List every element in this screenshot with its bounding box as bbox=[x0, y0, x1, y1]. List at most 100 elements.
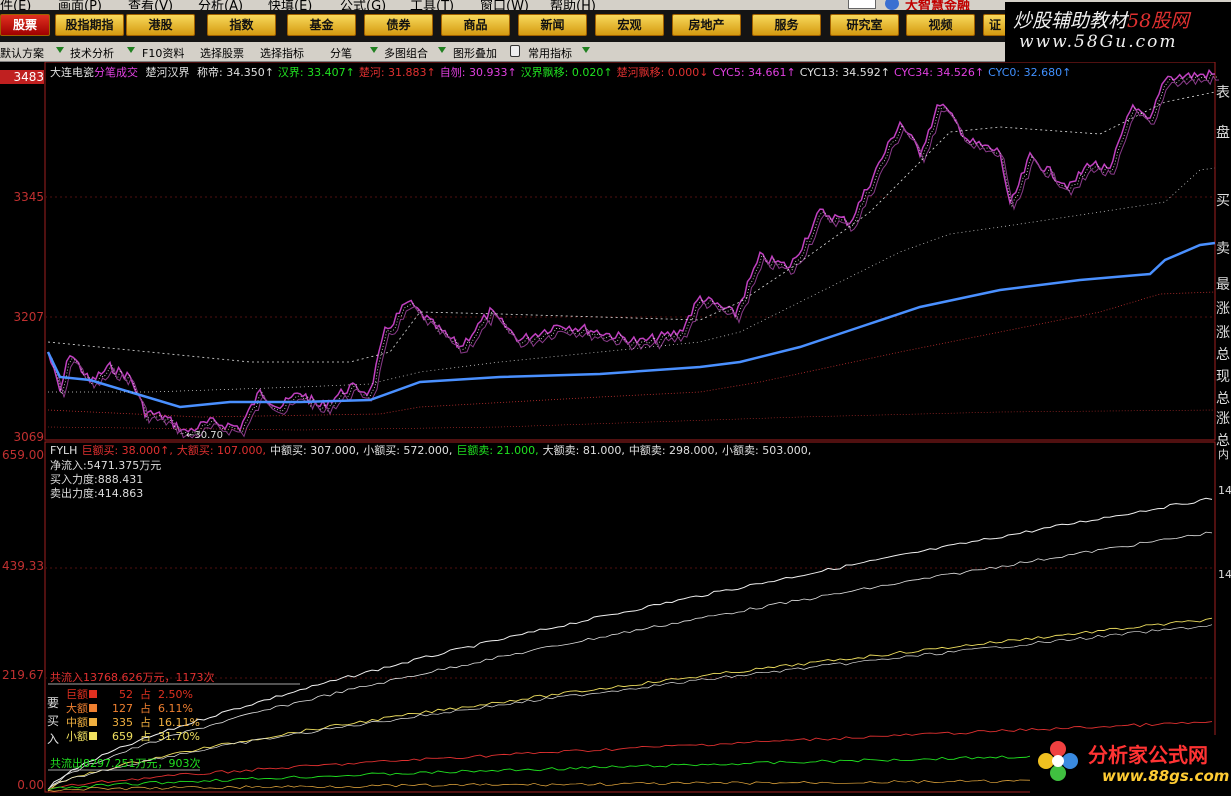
side-quote-label: 总 bbox=[1216, 391, 1230, 407]
indicator-field: 汉界飘移: 0.020↑ bbox=[520, 66, 613, 79]
btn-stocks[interactable]: 股票 bbox=[0, 14, 50, 36]
tb-tick[interactable]: 分笔 bbox=[330, 45, 352, 61]
chart-mode: 分笔成交 bbox=[94, 66, 138, 79]
side-quote-label: 涨 bbox=[1216, 325, 1230, 341]
menu-window[interactable]: 窗口(W) bbox=[480, 0, 529, 10]
indicator-field: CYC13: 34.592↑ bbox=[799, 66, 890, 79]
flow-field: 巨额卖: 21.000, bbox=[456, 444, 539, 457]
breakdown-row: 巨额 52 占 2.50% bbox=[66, 688, 193, 701]
price-ytick: 3069 bbox=[13, 430, 44, 444]
btn-futures[interactable]: 股指期指 bbox=[55, 14, 124, 36]
dropdown-arrow-icon[interactable] bbox=[127, 47, 135, 53]
price-ytick: 3207 bbox=[13, 310, 44, 324]
btn-hk-stocks[interactable]: 港股 bbox=[126, 14, 195, 36]
menu-analysis[interactable]: 分析(A) bbox=[198, 0, 243, 10]
side-quote-label: 涨 bbox=[1216, 301, 1230, 317]
band-upper bbox=[47, 91, 1216, 363]
side-quote-label: 买 bbox=[1216, 193, 1230, 209]
tb-technical-analysis[interactable]: 技术分析 bbox=[70, 45, 114, 61]
menu-quick[interactable]: 快填(E) bbox=[268, 0, 312, 10]
menu-formula[interactable]: 公式(G) bbox=[340, 0, 386, 10]
dropdown-arrow-icon[interactable] bbox=[582, 47, 590, 53]
side-quote-label: 涨 bbox=[1216, 411, 1230, 427]
tb-common-indicators[interactable]: 常用指标 bbox=[528, 45, 572, 61]
buy-side-label: 要 买 入 bbox=[47, 696, 60, 746]
tb-f10[interactable]: F10资料 bbox=[142, 45, 184, 61]
side-quote-label: 14 bbox=[1218, 568, 1231, 581]
flow-field: 巨额买: 38.000↑, bbox=[81, 444, 173, 457]
price-line-cyc0 bbox=[46, 241, 1216, 409]
btn-research[interactable]: 研究室 bbox=[830, 14, 899, 36]
price-panel-frame bbox=[44, 62, 1216, 441]
side-quote-label: 总 bbox=[1216, 347, 1230, 363]
menu-tools[interactable]: 工具(T) bbox=[410, 0, 454, 10]
side-quote-label: 内 bbox=[1218, 448, 1229, 461]
inflow-total: 共流入13768.626万元，1173次 bbox=[50, 671, 215, 684]
side-quote-label: 现 bbox=[1216, 369, 1230, 385]
indicator-field: CYC5: 34.661↑ bbox=[712, 66, 796, 79]
dropdown-arrow-icon[interactable] bbox=[438, 47, 446, 53]
flow-ytick-top: 659.00 bbox=[2, 448, 44, 462]
price-ytick-top: 3483 bbox=[0, 70, 44, 84]
globe-icon[interactable] bbox=[885, 0, 899, 10]
side-quote-label: 14 bbox=[1218, 484, 1231, 497]
menu-help[interactable]: 帮助(H) bbox=[550, 0, 596, 10]
price-and-flow-chart[interactable] bbox=[0, 62, 1231, 796]
flow-field: 中额卖: 298.000, bbox=[628, 444, 719, 457]
btn-commodity[interactable]: 商品 bbox=[441, 14, 510, 36]
btn-service[interactable]: 服务 bbox=[752, 14, 821, 36]
dropdown-arrow-icon[interactable] bbox=[370, 47, 378, 53]
side-quote-label: 最 bbox=[1216, 277, 1230, 293]
indicator-field: CYC34: 34.526↑ bbox=[893, 66, 985, 79]
flower-logo-icon bbox=[1038, 741, 1078, 781]
flow-field: 小额卖: 503.000, bbox=[722, 444, 812, 457]
tb-select-stock[interactable]: 选择股票 bbox=[200, 45, 244, 61]
flow-ytick: 0.00 bbox=[17, 778, 44, 792]
btn-video[interactable]: 视频 bbox=[906, 14, 975, 36]
price-tick-dots bbox=[49, 72, 1218, 436]
news-ticker[interactable]: 大智慧金融 bbox=[905, 0, 970, 10]
tb-multi-chart[interactable]: 多图组合 bbox=[384, 45, 428, 61]
breakdown-row: 大额 127 占 6.11% bbox=[66, 702, 193, 715]
price-line-cyc13 bbox=[51, 75, 1220, 439]
menu-view[interactable]: 查看(V) bbox=[128, 0, 173, 10]
flow-field: 小额买: 572.000, bbox=[363, 444, 453, 457]
menu-view-screen[interactable]: 画面(P) bbox=[58, 0, 102, 10]
tb-overlay[interactable]: 图形叠加 bbox=[453, 45, 497, 61]
btn-fund[interactable]: 基金 bbox=[287, 14, 356, 36]
flow-field: FYLH bbox=[50, 444, 78, 457]
indicator-field: 楚河飘移: 0.000↓ bbox=[616, 66, 709, 79]
btn-more[interactable]: 证 bbox=[983, 14, 1007, 36]
price-indicator-header: 大连电瓷分笔成交 楚河汉界 称帝: 34.350↑ 汉界: 33.407↑ 楚河: … bbox=[50, 64, 1079, 80]
breakdown-row: 中额 335 占 16.11% bbox=[66, 716, 200, 729]
btn-bond[interactable]: 债券 bbox=[364, 14, 433, 36]
btn-real-estate[interactable]: 房地产 bbox=[672, 14, 741, 36]
buy-breakdown: 巨额 52 占 2.50% 大额 127 占 6.11% 中额 335 占 16.11% 小… bbox=[66, 688, 200, 744]
flow-field: 大额卖: 81.000, bbox=[542, 444, 625, 457]
btn-news[interactable]: 新闻 bbox=[518, 14, 587, 36]
stock-name: 大连电瓷 bbox=[50, 66, 94, 79]
indicator-field: 称帝: 34.350↑ bbox=[197, 66, 274, 79]
search-input[interactable] bbox=[848, 0, 876, 9]
price-ytick: 3345 bbox=[13, 190, 44, 204]
band-lower bbox=[47, 291, 1216, 418]
tb-default-scheme[interactable]: 默认方案 bbox=[0, 45, 44, 61]
sell-strength: 卖出力度:414.863 bbox=[50, 487, 144, 500]
menu-file[interactable]: 件(E) bbox=[0, 0, 31, 10]
indicator-field: CYC0: 32.680↑ bbox=[988, 66, 1072, 79]
watermark-88gs: 分析家公式网 www.88gs.com bbox=[1030, 735, 1231, 796]
flow-field: 中额买: 307.000, bbox=[270, 444, 360, 457]
tb-select-indicator[interactable]: 选择指标 bbox=[260, 45, 304, 61]
band-middle bbox=[48, 167, 1216, 393]
side-quote-label: 表 bbox=[1216, 85, 1230, 101]
btn-macro[interactable]: 宏观 bbox=[595, 14, 664, 36]
indicator-field: 楚河: 31.883↑ bbox=[358, 66, 436, 79]
dropdown-arrow-icon[interactable] bbox=[56, 47, 64, 53]
btn-index[interactable]: 指数 bbox=[207, 14, 276, 36]
indicator-field: 汉界: 33.407↑ bbox=[277, 66, 355, 79]
lock-icon[interactable] bbox=[510, 45, 520, 57]
outflow-total: 共流出8297.251万元，903次 bbox=[50, 757, 201, 770]
indicator-name: 楚河汉界 bbox=[145, 66, 190, 79]
chart-area[interactable]: 3483 3345 3207 3069 大连电瓷分笔成交 楚河汉界 称帝: 34… bbox=[0, 62, 1231, 796]
flow-ytick: 439.33 bbox=[2, 559, 44, 573]
